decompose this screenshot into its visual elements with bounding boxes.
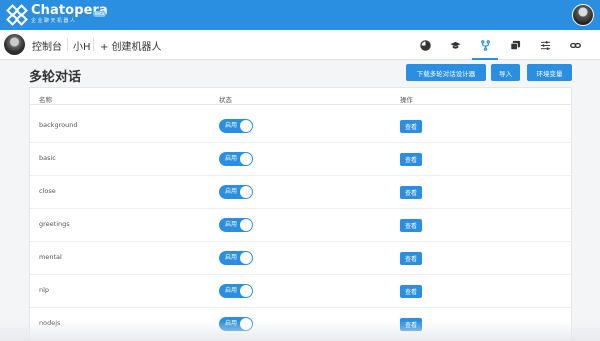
status-toggle[interactable]: 启用: [219, 119, 253, 133]
toggle-knob: [240, 153, 252, 165]
row-divider: [30, 208, 571, 209]
chatopera-logo-icon[interactable]: [6, 4, 28, 26]
toggle-label: 启用: [225, 254, 238, 261]
toggle-knob: [240, 285, 252, 297]
page-title: 多轮对话: [29, 70, 82, 85]
dialog-table-card: [29, 87, 572, 341]
column-header-status: 状态: [219, 96, 232, 104]
brand-subtitle: 企业聊天机器人: [31, 18, 77, 24]
row-name: mental: [39, 253, 62, 261]
row-divider: [30, 307, 571, 308]
create-bot-link[interactable]: + 创建机器人: [100, 38, 162, 53]
row-name: basic: [39, 154, 56, 162]
toggle-label: 启用: [225, 122, 238, 129]
toggle-label: 启用: [225, 287, 238, 294]
env-variables-button[interactable]: 环境变量: [527, 64, 572, 81]
sliders-icon[interactable]: [530, 30, 560, 60]
view-button[interactable]: 查看: [400, 186, 422, 199]
row-divider: [30, 175, 571, 176]
toggle-knob: [240, 120, 252, 132]
download-designer-button[interactable]: 下载多轮对话设计器: [406, 64, 486, 81]
pie-chart-icon[interactable]: [410, 30, 440, 60]
row-divider: [30, 241, 571, 242]
nav-divider: [93, 38, 94, 51]
import-button[interactable]: 导入: [491, 64, 520, 81]
view-button[interactable]: 查看: [400, 120, 422, 133]
bot-name-link[interactable]: 小H: [73, 38, 91, 53]
flow-branch-icon[interactable]: [470, 30, 500, 60]
toggle-knob: [240, 219, 252, 231]
link-icon[interactable]: [560, 30, 590, 60]
view-button[interactable]: 查看: [400, 252, 422, 265]
view-button[interactable]: 查看: [400, 219, 422, 232]
row-name: nlp: [39, 286, 50, 294]
toggle-knob: [240, 186, 252, 198]
top-header: Chatopera 企业聊天机器人 Beta: [0, 0, 600, 30]
column-header-action: 操作: [400, 96, 413, 104]
row-divider: [30, 274, 571, 275]
nav-icon-bar: [410, 30, 590, 60]
header-divider: [30, 104, 571, 105]
toggle-knob: [240, 252, 252, 264]
toggle-label: 启用: [225, 221, 238, 228]
graduation-cap-icon[interactable]: [440, 30, 470, 60]
toggle-label: 启用: [225, 155, 238, 162]
user-avatar[interactable]: [572, 4, 594, 26]
status-toggle[interactable]: 启用: [219, 185, 253, 199]
status-toggle[interactable]: 启用: [219, 284, 253, 298]
bot-navbar: 控制台 小H + 创建机器人: [0, 30, 600, 60]
nav-divider: [67, 38, 68, 51]
view-button[interactable]: 查看: [400, 153, 422, 166]
beta-badge: Beta: [93, 11, 107, 17]
status-toggle[interactable]: 启用: [219, 152, 253, 166]
row-name: close: [39, 187, 56, 195]
column-header-name: 名称: [39, 96, 52, 104]
console-link[interactable]: 控制台: [32, 38, 62, 53]
bot-avatar[interactable]: [4, 34, 25, 55]
row-divider: [30, 142, 571, 143]
bottom-fade: [0, 321, 600, 341]
chat-bubbles-icon[interactable]: [500, 30, 530, 60]
toggle-label: 启用: [225, 188, 238, 195]
view-button[interactable]: 查看: [400, 285, 422, 298]
row-name: greetings: [39, 220, 70, 228]
status-toggle[interactable]: 启用: [219, 218, 253, 232]
row-name: background: [39, 121, 78, 129]
status-toggle[interactable]: 启用: [219, 251, 253, 265]
